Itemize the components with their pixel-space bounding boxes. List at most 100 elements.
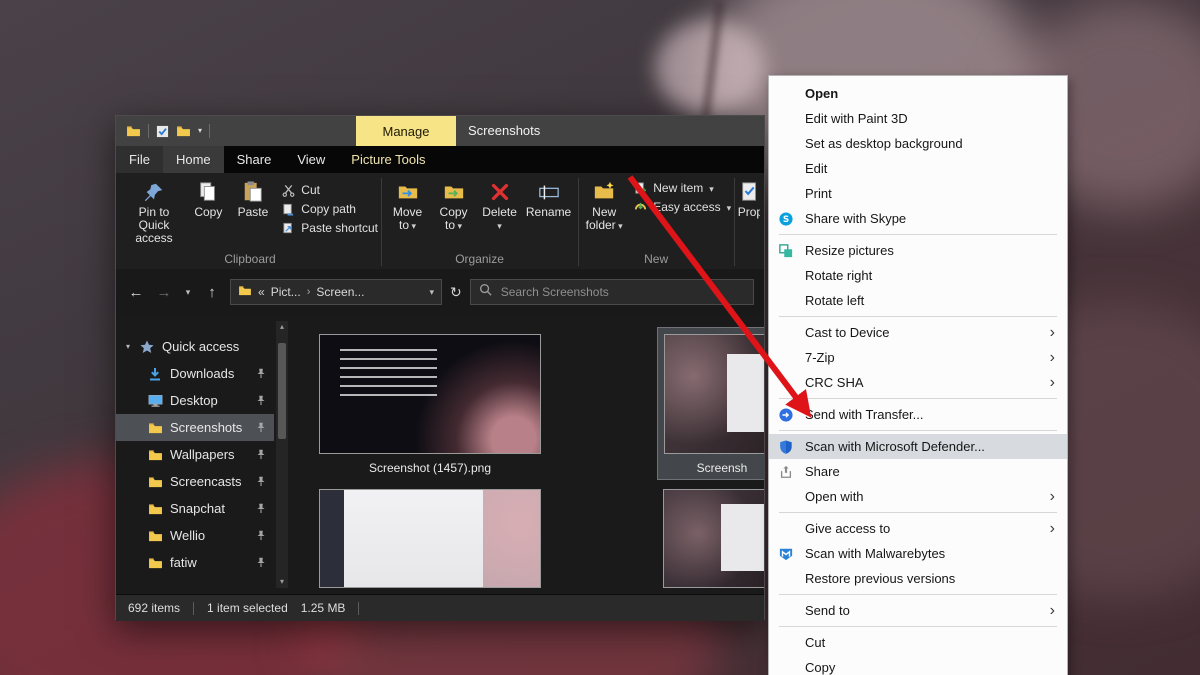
address-bar: ← → ▾ ↑ « Pict... › Screen... ▾ ↻ [116,269,764,315]
properties-check-icon[interactable] [156,125,169,138]
up-button[interactable]: ↑ [202,285,222,300]
context-menu-item-print[interactable]: Print [769,181,1067,206]
scroll-up-icon[interactable]: ▴ [280,321,284,333]
context-menu-item-scan-with-malwarebytes[interactable]: Scan with Malwarebytes [769,541,1067,566]
context-menu-item-edit[interactable]: Edit [769,156,1067,181]
tab-picture-tools[interactable]: Picture Tools [338,146,438,173]
context-menu-item-rotate-left[interactable]: Rotate left [769,288,1067,313]
copy-button[interactable]: Copy [186,175,231,219]
context-menu-item-send-with-transfer[interactable]: Send with Transfer... [769,402,1067,427]
menu-separator [779,626,1057,627]
context-menu-item-share-with-skype[interactable]: SShare with Skype [769,206,1067,231]
file-thumbnail[interactable] [319,489,541,588]
refresh-button[interactable]: ↻ [450,284,462,301]
paste-button[interactable]: Paste [231,175,276,219]
scrollbar-thumb[interactable] [278,343,286,439]
context-menu-item-restore-previous-versions[interactable]: Restore previous versions [769,566,1067,591]
sidebar-scrollbar[interactable]: ▴ ▾ [276,321,288,588]
context-menu-item-rotate-right[interactable]: Rotate right [769,263,1067,288]
context-menu-item-edit-with-paint-3d[interactable]: Edit with Paint 3D [769,106,1067,131]
pin-to-quick-access-button[interactable]: Pin to Quick access [122,175,186,245]
copy-path-button[interactable]: Copy path [281,202,378,216]
tab-home[interactable]: Home [163,146,224,173]
title-bar: ▾ Manage Screenshots [116,116,764,146]
scroll-down-icon[interactable]: ▾ [280,576,284,588]
delete-button[interactable]: Delete [477,175,523,233]
paste-shortcut-icon [281,221,295,235]
customize-toolbar-caret-icon[interactable]: ▾ [198,127,202,135]
context-menu-item-7-zip[interactable]: 7-Zip› [769,345,1067,370]
context-menu-item-cast-to-device[interactable]: Cast to Device› [769,320,1067,345]
context-menu-item-open[interactable]: Open [769,81,1067,106]
selection-size: 1.25 MB [301,601,346,615]
tab-view[interactable]: View [284,146,338,173]
search-icon [479,283,492,301]
sidebar-item-wellio[interactable]: Wellio [116,522,274,549]
context-menu-item-cut[interactable]: Cut [769,630,1067,655]
file-screenshot-next[interactable] [319,489,541,588]
context-menu-item-send-to[interactable]: Send to› [769,598,1067,623]
sidebar-item-snapchat[interactable]: Snapchat [116,495,274,522]
sidebar-item-screenshots[interactable]: Screenshots [116,414,274,441]
sidebar-item-quick-access[interactable]: ▾Quick access [116,333,274,360]
dropdown-caret-icon [482,219,517,233]
file-thumbnail[interactable] [664,334,764,454]
share-icon [779,465,805,479]
forward-button[interactable]: → [154,285,174,300]
new-folder-button[interactable]: New folder [581,175,627,233]
folder-icon[interactable] [126,125,141,137]
file-screenshot-far[interactable] [663,489,764,588]
context-menu-item-resize-pictures[interactable]: Resize pictures [769,238,1067,263]
back-button[interactable]: ← [126,285,146,300]
rename-button[interactable]: Rename [523,175,575,219]
address-dropdown-caret-icon[interactable]: ▾ [429,287,434,298]
sidebar-item-screencasts[interactable]: Screencasts [116,468,274,495]
folder-icon[interactable] [176,125,191,137]
context-menu-item-open-with[interactable]: Open with› [769,484,1067,509]
tab-share[interactable]: Share [224,146,285,173]
skype-icon: S [779,212,805,226]
copy-path-icon [281,202,295,216]
move-to-button[interactable]: Move to [385,175,431,233]
context-menu-item-scan-with-microsoft-defender[interactable]: Scan with Microsoft Defender... [769,434,1067,459]
manage-ribbon-tab[interactable]: Manage [356,116,456,146]
breadcrumb-overflow[interactable]: « [258,285,265,299]
breadcrumb-crumb[interactable]: Screen... [316,285,364,299]
sidebar-list: ▾Quick accessDownloadsDesktopScreenshots… [116,333,291,576]
easy-access-button[interactable]: Easy access [633,200,731,214]
properties-button[interactable]: Prop [738,175,760,219]
context-menu-item-crc-sha[interactable]: CRC SHA› [769,370,1067,395]
file-thumbnail[interactable] [663,489,764,588]
dropdown-caret-icon [409,218,416,232]
sidebar-item-wallpapers[interactable]: Wallpapers [116,441,274,468]
expander-chevron-icon[interactable]: ▾ [126,342,140,351]
sidebar-item-downloads[interactable]: Downloads [116,360,274,387]
sidebar-item-desktop[interactable]: Desktop [116,387,274,414]
pin-icon [256,557,274,568]
file-screenshot-1457[interactable]: Screenshot (1457).png [319,334,541,475]
context-menu-item-give-access-to[interactable]: Give access to› [769,516,1067,541]
submenu-arrow-icon: › [1050,603,1057,619]
paste-shortcut-button[interactable]: Paste shortcut [281,221,378,235]
dropdown-caret-icon [616,218,623,232]
context-menu-item-copy[interactable]: Copy [769,655,1067,675]
new-item-button[interactable]: New item [633,181,731,195]
star-icon [140,340,162,354]
sidebar-item-fatiw[interactable]: fatiw [116,549,274,576]
context-menu-item-set-as-desktop-background[interactable]: Set as desktop background [769,131,1067,156]
file-thumbnail[interactable] [319,334,541,454]
search-box [470,279,754,305]
breadcrumb[interactable]: « Pict... › Screen... ▾ [230,279,442,305]
pin-icon [256,449,274,460]
breadcrumb-crumb[interactable]: Pict... [271,285,301,299]
cut-button[interactable]: Cut [281,183,378,197]
rename-icon [538,178,560,206]
tab-file[interactable]: File [116,146,163,173]
copy-to-button[interactable]: Copy to [431,175,477,233]
file-selected[interactable]: Screensh [657,327,764,480]
search-input[interactable] [499,284,745,300]
delete-x-icon [489,178,511,206]
recent-locations-caret-icon[interactable]: ▾ [182,288,194,297]
context-menu-item-share[interactable]: Share [769,459,1067,484]
transfer-icon [779,408,805,422]
